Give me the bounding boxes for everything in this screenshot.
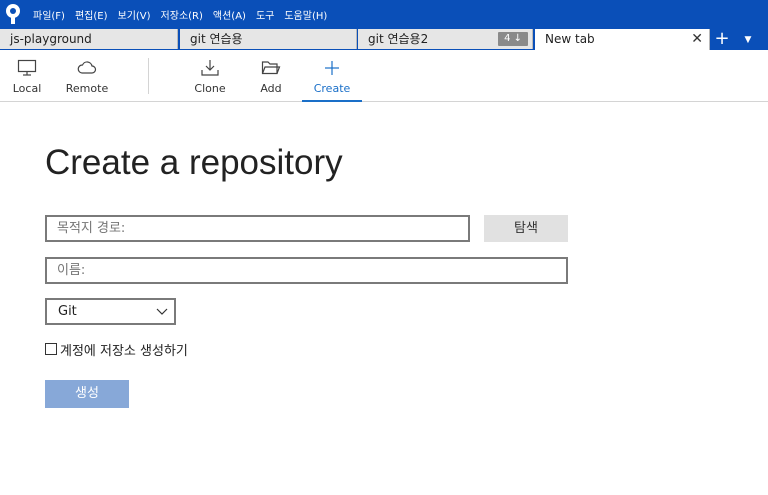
tab-git-practice-2[interactable]: git 연습용2 4 ↓: [358, 29, 533, 49]
menu-bar: 파일(F) 편집(E) 보기(V) 저장소(R) 액션(A) 도구 도움말(H): [0, 0, 768, 29]
menu-edit[interactable]: 편집(E): [75, 7, 108, 22]
page-title: Create a repository: [45, 143, 343, 182]
tab-git-practice[interactable]: git 연습용: [180, 29, 357, 49]
tab-bar: js-playground git 연습용 git 연습용2 4 ↓ New t…: [0, 29, 768, 50]
cloud-icon: [77, 61, 97, 74]
tab-js-playground[interactable]: js-playground: [0, 29, 178, 49]
browse-button[interactable]: 탐색: [484, 215, 568, 242]
add-button[interactable]: Add: [250, 50, 292, 102]
local-button[interactable]: Local: [5, 50, 49, 102]
create-on-account-checkbox[interactable]: [45, 343, 57, 355]
menu-tools[interactable]: 도구: [256, 7, 274, 22]
tab-label: git 연습용2: [368, 32, 429, 46]
monitor-icon: [17, 59, 37, 76]
checkbox-label: 계정에 저장소 생성하기: [60, 343, 188, 359]
close-tab-icon[interactable]: ✕: [691, 29, 703, 49]
menu-repository[interactable]: 저장소(R): [161, 7, 203, 22]
add-tab-button[interactable]: +: [710, 29, 734, 50]
pull-count-badge: 4 ↓: [498, 32, 528, 46]
folder-icon: [261, 61, 281, 75]
plus-icon: [325, 61, 339, 75]
create-button[interactable]: 생성: [45, 380, 129, 408]
menu-file[interactable]: 파일(F): [33, 7, 65, 22]
toolbar-divider: [148, 58, 149, 94]
name-input[interactable]: [45, 257, 568, 284]
chevron-down-icon: [156, 308, 168, 315]
toolbar-label: Create: [313, 82, 351, 95]
create-tab-button[interactable]: Create: [302, 50, 362, 102]
toolbar-label: Remote: [65, 82, 109, 95]
tab-label: New tab: [545, 32, 595, 46]
vcs-selected-value: Git: [58, 304, 77, 319]
menu-actions[interactable]: 액션(A): [213, 7, 246, 22]
sourcetree-logo-icon[interactable]: [4, 3, 22, 25]
tab-label: git 연습용: [190, 32, 243, 46]
clone-button[interactable]: Clone: [188, 50, 232, 102]
download-icon: [201, 60, 219, 76]
create-on-account-option[interactable]: 계정에 저장소 생성하기: [45, 341, 188, 359]
toolbar-label: Clone: [194, 82, 226, 95]
toolbar: Local Remote Clone Add Create: [0, 50, 768, 102]
remote-button[interactable]: Remote: [64, 50, 110, 102]
menu-view[interactable]: 보기(V): [118, 7, 151, 22]
destination-path-input[interactable]: [45, 215, 470, 242]
menu-help[interactable]: 도움말(H): [284, 7, 327, 22]
tab-new-tab[interactable]: New tab ✕: [535, 29, 710, 50]
vcs-type-select[interactable]: Git: [45, 298, 176, 325]
tab-label: js-playground: [10, 32, 92, 46]
toolbar-label: Local: [12, 82, 42, 95]
tab-list-dropdown-icon[interactable]: ▼: [738, 29, 758, 50]
toolbar-label: Add: [260, 82, 282, 95]
